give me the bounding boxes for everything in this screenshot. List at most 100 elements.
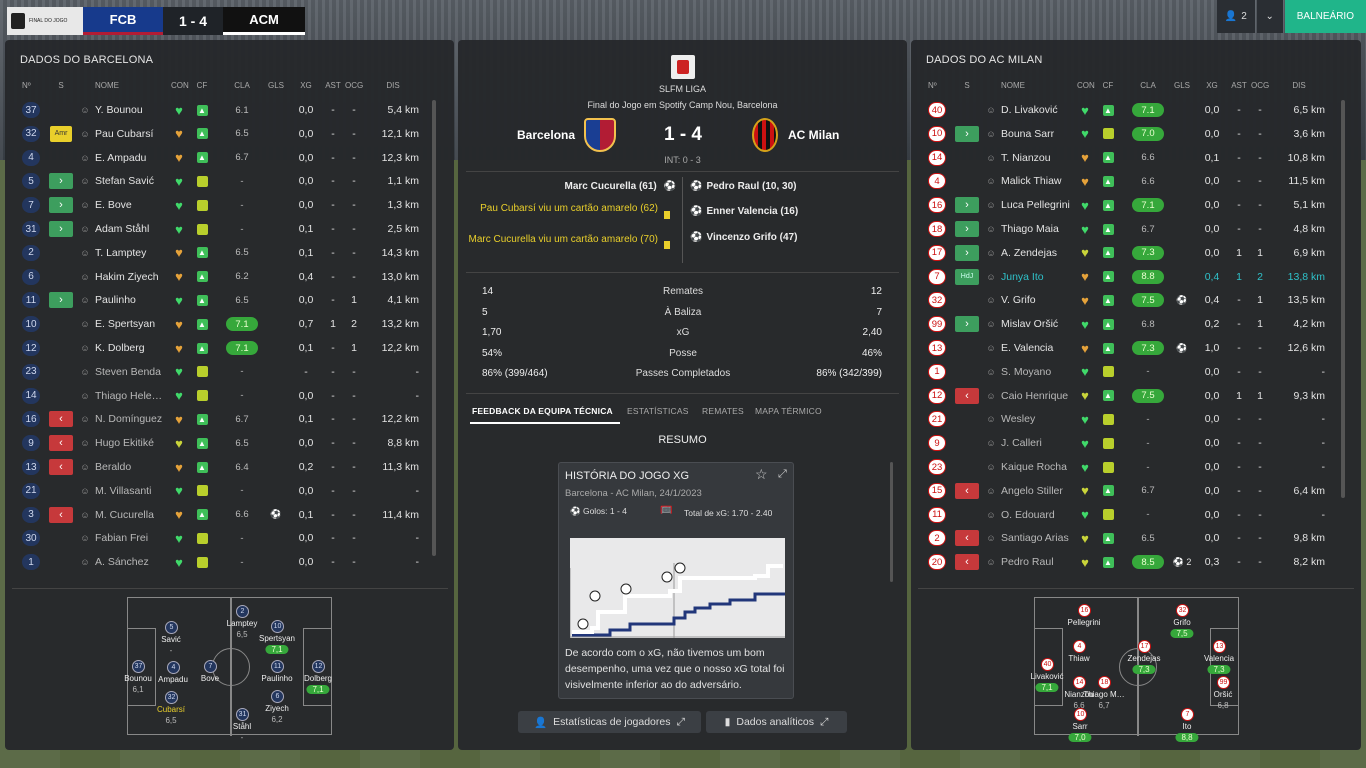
- formation-player-dot[interactable]: 6: [271, 690, 284, 703]
- table-row[interactable]: 9 ‹ ☺ Hugo Ekitiké ♥ ▲ 6.5 0,0- -8,8 km: [15, 432, 430, 454]
- sub-in-icon[interactable]: ›: [955, 244, 979, 261]
- formation-player-dot[interactable]: 7: [204, 660, 217, 673]
- col-header-cf[interactable]: CF: [195, 81, 209, 90]
- table-row[interactable]: 2 ‹ ☺ Santiago Arias ♥ ▲ 6.5 0,0- -9,8 km: [921, 527, 1336, 549]
- table-row[interactable]: 15 ‹ ☺ Angelo Stiller ♥ ▲ 6.7 0,0- -6,4 km: [921, 480, 1336, 502]
- tab-feedback[interactable]: FEEDBACK DA EQUIPA TÉCNICA: [472, 406, 613, 416]
- table-row[interactable]: 13 ☺ E. Valencia ♥ ▲ 7.3 ⚽ 1,0- -12,6 km: [921, 337, 1336, 359]
- table-row[interactable]: 32 ☺ V. Grifo ♥ ▲ 7.5 ⚽ 0,4-1 13,5 km: [921, 289, 1336, 311]
- formation-player-dot[interactable]: 2: [236, 605, 249, 618]
- col-header-xg[interactable]: XG: [291, 81, 321, 90]
- col-header-ocg[interactable]: OCG: [1251, 81, 1269, 90]
- tab-statistics[interactable]: ESTATÍSTICAS: [627, 406, 689, 416]
- col-header-dis[interactable]: DIS: [1273, 81, 1325, 90]
- col-header-s[interactable]: S: [45, 81, 77, 90]
- table-row[interactable]: 23 ☺ Kaique Rocha ♥ -0,0- - -: [921, 456, 1336, 478]
- col-header-dis[interactable]: DIS: [367, 81, 419, 90]
- table-row[interactable]: 3 ‹ ☺ M. Cucurella ♥ ▲ 6.6 ⚽ 0,1- -11,4 km: [15, 504, 430, 526]
- table-row[interactable]: 5 › ☺ Stefan Savić ♥ -0,0- -1,1 km: [15, 170, 430, 192]
- col-header-xg[interactable]: XG: [1197, 81, 1227, 90]
- table-row[interactable]: 17 › ☺ A. Zendejas ♥ ▲ 7.3 0,0 1 1 6,9 km: [921, 242, 1336, 264]
- formation-player-dot[interactable]: 10: [271, 620, 284, 633]
- managers-button[interactable]: 👤 2: [1216, 0, 1255, 33]
- dropdown-button[interactable]: ⌄: [1256, 0, 1283, 33]
- sub-out-icon[interactable]: ‹: [49, 506, 73, 523]
- sub-out-icon[interactable]: ‹: [955, 482, 979, 499]
- col-header-gls[interactable]: GLS: [1171, 81, 1193, 90]
- expand-icon[interactable]: ⤢: [778, 468, 787, 481]
- formation-player-dot[interactable]: 31: [236, 708, 249, 721]
- sub-in-icon[interactable]: ›: [49, 173, 73, 190]
- col-header-gls[interactable]: GLS: [265, 81, 287, 90]
- table-row[interactable]: 10 ☺ E. Spertsyan ♥ ▲ 7.1 0,7 1 2 13,2 km: [15, 313, 430, 335]
- xg-card-scrollbar[interactable]: [890, 462, 893, 582]
- table-row[interactable]: 21 ☺ M. Villasanti ♥ -0,0- - -: [15, 480, 430, 502]
- col-header-ocg[interactable]: OCG: [345, 81, 363, 90]
- sub-in-icon[interactable]: ›: [955, 316, 979, 333]
- table-row[interactable]: 4 ☺ Malick Thiaw ♥ ▲ 6.6 0,0- -11,5 km: [921, 170, 1336, 192]
- formation-player-dot[interactable]: 14: [1073, 676, 1086, 689]
- formation-player-dot[interactable]: 10: [1074, 708, 1087, 721]
- sub-in-icon[interactable]: ›: [955, 197, 979, 214]
- table-row[interactable]: 20 ‹ ☺ Pedro Raul ♥ ▲ 8.5 ⚽ 2 0,3- -8,2 km: [921, 551, 1336, 573]
- sub-in-icon[interactable]: ›: [49, 221, 73, 237]
- table-row[interactable]: 23 ☺ Steven Benda ♥ - - - - -: [15, 361, 430, 383]
- col-header-ast[interactable]: AST: [1231, 81, 1247, 90]
- table-row[interactable]: 11 ☺ O. Edouard ♥ -0,0- - -: [921, 504, 1336, 526]
- table-row[interactable]: 12 ☺ K. Dolberg ♥ ▲ 7.1 0,1-1 12,2 km: [15, 337, 430, 359]
- home-scrollbar[interactable]: [432, 100, 436, 556]
- formation-player-dot[interactable]: 7: [1181, 708, 1194, 721]
- star-icon[interactable]: ☆: [755, 466, 768, 483]
- table-row[interactable]: 37 ☺ Y. Bounou ♥ ▲ 6.1 0,0- -5,4 km: [15, 99, 430, 121]
- table-row[interactable]: 13 ‹ ☺ Beraldo ♥ ▲ 6.4 0,2- -11,3 km: [15, 456, 430, 478]
- sub-out-icon[interactable]: ‹: [955, 530, 979, 547]
- col-header-cla[interactable]: CLA: [1131, 81, 1165, 90]
- formation-player-dot[interactable]: 17: [1138, 640, 1151, 653]
- table-row[interactable]: 18 › ☺ Thiago Maia ♥ ▲ 6.7 0,0- -4,8 km: [921, 218, 1336, 240]
- formation-player-dot[interactable]: 13: [1213, 640, 1226, 653]
- table-row[interactable]: 21 ☺ Wesley ♥ -0,0- - -: [921, 408, 1336, 430]
- sub-in-icon[interactable]: ›: [955, 125, 979, 142]
- formation-player-dot[interactable]: 5: [165, 621, 178, 634]
- col-header-no[interactable]: Nº: [928, 81, 946, 90]
- table-row[interactable]: 16 ‹ ☺ N. Domínguez ♥ ▲ 6.7 0,1- -12,2 km: [15, 408, 430, 430]
- table-row[interactable]: 9 ☺ J. Calleri ♥ -0,0- - -: [921, 432, 1336, 454]
- table-row[interactable]: 14 ☺ Thiago Hele… ♥ -0,0- - -: [15, 385, 430, 407]
- formation-player-dot[interactable]: 4: [167, 661, 180, 674]
- table-row[interactable]: 32 Amr ☺ Pau Cubarsí ♥ ▲ 6.5 0,0- -12,1 km: [15, 123, 430, 145]
- formation-player-dot[interactable]: 37: [132, 660, 145, 673]
- table-row[interactable]: 7 › ☺ E. Bove ♥ -0,0- -1,3 km: [15, 194, 430, 216]
- sub-in-icon[interactable]: ›: [49, 292, 73, 309]
- table-row[interactable]: 6 ☺ Hakim Ziyech ♥ ▲ 6.2 0,4- -13,0 km: [15, 266, 430, 288]
- col-header-ast[interactable]: AST: [325, 81, 341, 90]
- table-row[interactable]: 31 › ☺ Adam Ståhl ♥ -0,1- -2,5 km: [15, 218, 430, 240]
- sub-out-icon[interactable]: ‹: [49, 435, 73, 452]
- sub-out-icon[interactable]: ‹: [955, 387, 979, 404]
- table-row[interactable]: 11 › ☺ Paulinho ♥ ▲ 6.5 0,0-1 4,1 km: [15, 289, 430, 311]
- table-row[interactable]: 14 ☺ T. Nianzou ♥ ▲ 6.6 0,1- -10,8 km: [921, 147, 1336, 169]
- formation-player-dot[interactable]: 99: [1217, 676, 1230, 689]
- table-row[interactable]: 99 › ☺ Mislav Oršić ♥ ▲ 6.8 0,2-1 4,2 km: [921, 313, 1336, 335]
- table-row[interactable]: 4 ☺ E. Ampadu ♥ ▲ 6.7 0,0- -12,3 km: [15, 147, 430, 169]
- table-row[interactable]: 30 ☺ Fabian Frei ♥ -0,0- - -: [15, 527, 430, 549]
- table-row[interactable]: 1 ☺ A. Sánchez ♥ -0,0- - -: [15, 551, 430, 573]
- sub-out-icon[interactable]: ‹: [49, 459, 73, 475]
- col-header-cla[interactable]: CLA: [225, 81, 259, 90]
- away-scrollbar[interactable]: [1341, 100, 1345, 498]
- sub-in-icon[interactable]: ›: [49, 197, 73, 214]
- sub-out-icon[interactable]: ‹: [955, 554, 979, 571]
- sub-out-icon[interactable]: ‹: [49, 411, 73, 428]
- col-header-cf[interactable]: CF: [1101, 81, 1115, 90]
- analytics-button[interactable]: ▮ Dados analíticos ⤢: [706, 711, 847, 733]
- formation-player-dot[interactable]: 32: [165, 691, 178, 704]
- formation-player-dot[interactable]: 12: [312, 660, 325, 673]
- table-row[interactable]: 2 ☺ T. Lamptey ♥ ▲ 6.5 0,1- -14,3 km: [15, 242, 430, 264]
- tab-heatmap[interactable]: MAPA TÉRMICO: [755, 406, 822, 416]
- formation-player-dot[interactable]: 40: [1041, 658, 1054, 671]
- formation-player-dot[interactable]: 16: [1078, 604, 1091, 617]
- table-row[interactable]: 16 › ☺ Luca Pellegrini ♥ ▲ 7.1 0,0- -5,1 km: [921, 194, 1336, 216]
- formation-player-dot[interactable]: 18: [1098, 676, 1111, 689]
- player-stats-button[interactable]: 👤 Estatísticas de jogadores ⤢: [518, 711, 701, 733]
- table-row[interactable]: 12 ‹ ☺ Caio Henrique ♥ ▲ 7.5 0,0 1 1 9,3 km: [921, 385, 1336, 407]
- formation-player-dot[interactable]: 32: [1176, 604, 1189, 617]
